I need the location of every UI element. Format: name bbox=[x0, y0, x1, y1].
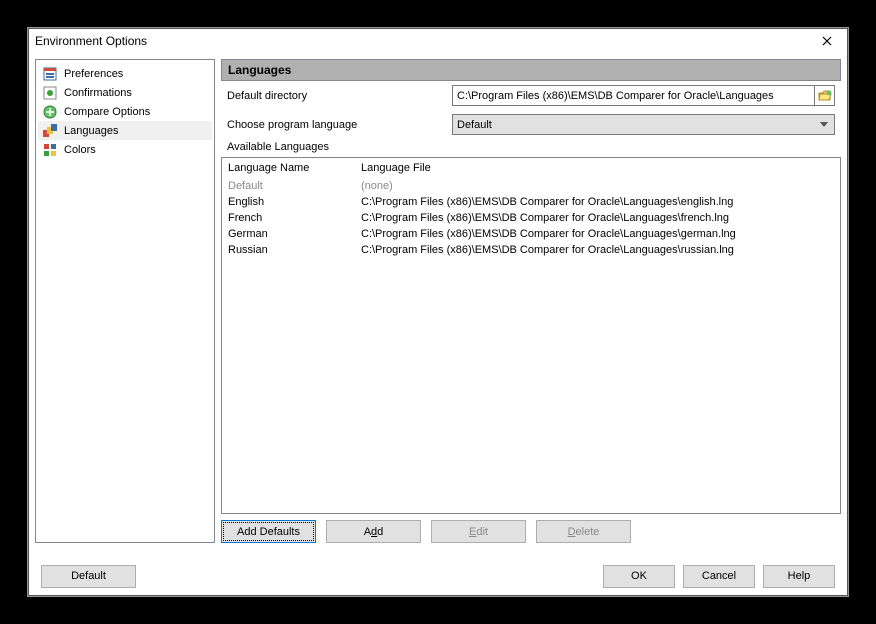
default-directory-row: Default directory bbox=[221, 81, 841, 110]
cell-file: C:\Program Files (x86)\EMS\DB Comparer f… bbox=[361, 196, 834, 208]
compare-icon bbox=[42, 104, 58, 120]
languages-icon bbox=[42, 123, 58, 139]
help-button[interactable]: Help bbox=[763, 565, 835, 588]
table-row[interactable]: Default (none) bbox=[222, 178, 840, 194]
default-directory-input[interactable] bbox=[453, 86, 814, 105]
add-defaults-button[interactable]: Add Defaults bbox=[221, 520, 316, 543]
browse-button[interactable] bbox=[814, 86, 834, 105]
sidebar-item-confirmations[interactable]: Confirmations bbox=[38, 83, 212, 102]
sidebar-item-colors[interactable]: Colors bbox=[38, 140, 212, 159]
titlebar: Environment Options bbox=[29, 29, 847, 53]
table-row[interactable]: Russian C:\Program Files (x86)\EMS\DB Co… bbox=[222, 242, 840, 258]
table-row[interactable]: English C:\Program Files (x86)\EMS\DB Co… bbox=[222, 194, 840, 210]
languages-table[interactable]: Language Name Language File Default (non… bbox=[221, 157, 841, 514]
close-icon bbox=[822, 36, 832, 46]
section-header: Languages bbox=[221, 59, 841, 81]
cell-file: C:\Program Files (x86)\EMS\DB Comparer f… bbox=[361, 212, 834, 224]
program-language-row: Choose program language Default bbox=[221, 110, 841, 139]
close-button[interactable] bbox=[813, 31, 841, 51]
sidebar-item-languages[interactable]: Languages bbox=[38, 121, 212, 140]
chevron-down-icon bbox=[820, 119, 828, 131]
sidebar-item-preferences[interactable]: Preferences bbox=[38, 64, 212, 83]
sidebar-item-label: Confirmations bbox=[64, 87, 132, 99]
dialog-window: Environment Options Preferences Confirma… bbox=[28, 28, 848, 596]
cell-name: Russian bbox=[228, 244, 361, 256]
default-directory-label: Default directory bbox=[227, 90, 442, 102]
available-languages-label: Available Languages bbox=[221, 139, 841, 157]
action-buttons: Add Defaults Add Edit Delete bbox=[221, 520, 841, 543]
add-button[interactable]: Add bbox=[326, 520, 421, 543]
sidebar-item-compare-options[interactable]: Compare Options bbox=[38, 102, 212, 121]
cell-file: (none) bbox=[361, 180, 834, 192]
column-name-header: Language Name bbox=[228, 162, 361, 174]
dialog-footer: Default OK Cancel Help bbox=[29, 557, 847, 595]
cancel-button[interactable]: Cancel bbox=[683, 565, 755, 588]
colors-icon bbox=[42, 142, 58, 158]
window-title: Environment Options bbox=[35, 34, 813, 48]
default-button[interactable]: Default bbox=[41, 565, 136, 588]
edit-button[interactable]: Edit bbox=[431, 520, 526, 543]
content-area: Preferences Confirmations Compare Option… bbox=[29, 53, 847, 549]
sidebar-item-label: Languages bbox=[64, 125, 118, 137]
cell-name: English bbox=[228, 196, 361, 208]
ok-button[interactable]: OK bbox=[603, 565, 675, 588]
program-language-select[interactable]: Default bbox=[452, 114, 835, 135]
sidebar-item-label: Compare Options bbox=[64, 106, 150, 118]
program-language-label: Choose program language bbox=[227, 119, 442, 131]
cell-name: Default bbox=[228, 180, 361, 192]
program-language-value: Default bbox=[457, 119, 492, 131]
preferences-icon bbox=[42, 66, 58, 82]
cell-name: German bbox=[228, 228, 361, 240]
main-panel: Languages Default directory Choose progr… bbox=[221, 59, 841, 543]
cell-name: French bbox=[228, 212, 361, 224]
default-directory-field bbox=[452, 85, 835, 106]
folder-icon bbox=[818, 90, 832, 102]
sidebar-item-label: Colors bbox=[64, 144, 96, 156]
delete-button[interactable]: Delete bbox=[536, 520, 631, 543]
table-row[interactable]: French C:\Program Files (x86)\EMS\DB Com… bbox=[222, 210, 840, 226]
sidebar-item-label: Preferences bbox=[64, 68, 123, 80]
table-row[interactable]: German C:\Program Files (x86)\EMS\DB Com… bbox=[222, 226, 840, 242]
cell-file: C:\Program Files (x86)\EMS\DB Comparer f… bbox=[361, 228, 834, 240]
sidebar: Preferences Confirmations Compare Option… bbox=[35, 59, 215, 543]
table-header: Language Name Language File bbox=[222, 158, 840, 178]
column-file-header: Language File bbox=[361, 162, 834, 174]
confirmations-icon bbox=[42, 85, 58, 101]
cell-file: C:\Program Files (x86)\EMS\DB Comparer f… bbox=[361, 244, 834, 256]
